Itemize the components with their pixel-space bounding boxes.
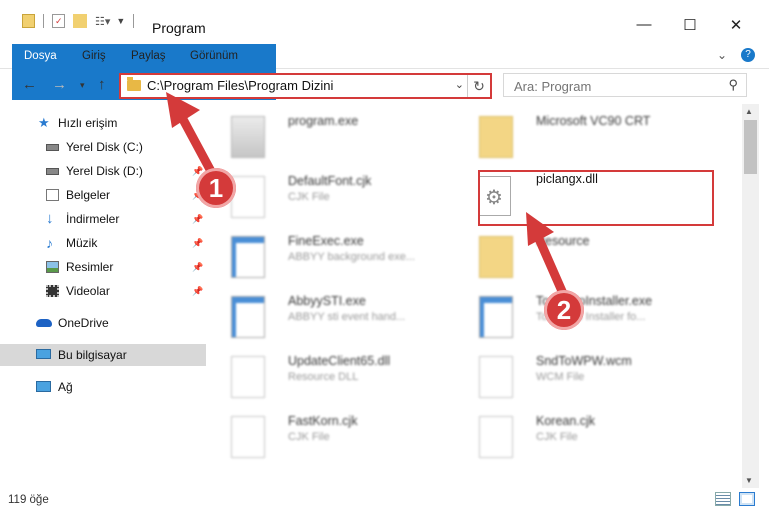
exe-icon	[479, 296, 513, 338]
chevron-down-icon[interactable]: ⌄	[717, 48, 727, 62]
file-item[interactable]: FineExec.exe ABBYY background exe...	[206, 226, 446, 282]
folder-icon	[479, 116, 513, 158]
sidebar-item-music[interactable]: ♪ Müzik 📌	[0, 232, 206, 254]
pin-icon[interactable]: 📌	[192, 280, 203, 302]
file-item[interactable]: DefaultFont.cjk CJK File	[206, 166, 446, 222]
file-item[interactable]: Korean.cjk CJK File	[454, 406, 694, 462]
chevron-down-icon[interactable]: ⌄	[455, 78, 464, 91]
scroll-down-icon[interactable]: ▼	[745, 476, 753, 485]
folder-icon	[127, 77, 141, 91]
folder-item[interactable]: Microsoft VC90 CRT	[454, 106, 694, 162]
forward-arrow-icon[interactable]: →	[52, 76, 67, 93]
sidebar-item-network[interactable]: Ağ	[0, 376, 206, 398]
sidebar-item-downloads[interactable]: ↓ İndirmeler 📌	[0, 208, 206, 230]
drive-icon	[46, 144, 59, 151]
folder-icon	[479, 236, 513, 278]
dll-gear-icon	[231, 356, 265, 398]
view-toggles	[715, 492, 755, 506]
large-icons-view-icon[interactable]	[739, 492, 755, 506]
pictures-icon	[46, 261, 59, 273]
details-view-icon[interactable]	[715, 492, 731, 506]
title-bar: ✓ ☷▾ ▼ Program — ☐ ✕	[0, 0, 769, 42]
documents-icon	[46, 189, 59, 201]
step-badge-2: 2	[544, 290, 584, 330]
separator	[43, 14, 44, 28]
file-item[interactable]: FastKorn.cjk CJK File	[206, 406, 446, 462]
file-item[interactable]: program.exe	[206, 106, 446, 162]
sidebar-item-this-pc[interactable]: Bu bilgisayar	[0, 344, 206, 366]
refresh-icon[interactable]: ↻	[467, 75, 490, 97]
scroll-up-icon[interactable]: ▲	[745, 107, 753, 116]
pin-icon[interactable]: 📌	[192, 256, 203, 278]
file-item[interactable]: AbbyySTI.exe ABBYY sti event hand...	[206, 286, 446, 342]
vertical-scrollbar[interactable]: ▲ ▼	[742, 104, 759, 488]
document-icon	[479, 416, 513, 458]
minimize-button[interactable]: —	[624, 16, 664, 40]
sidebar-item-onedrive[interactable]: OneDrive	[0, 312, 206, 334]
tab-home[interactable]: Giriş	[70, 44, 118, 68]
search-box[interactable]: ⚲	[503, 73, 747, 98]
file-item[interactable]: SndToWPW.wcm WCM File	[454, 346, 694, 402]
document-icon	[479, 356, 513, 398]
search-input[interactable]	[504, 74, 731, 98]
sidebar-item-pictures[interactable]: Resimler 📌	[0, 256, 206, 278]
pin-icon[interactable]: 📌	[192, 208, 203, 230]
file-item[interactable]: UpdateClient65.dll Resource DLL	[206, 346, 446, 402]
customize-qat-icon[interactable]: ▼	[116, 16, 125, 26]
quick-access-toolbar: ✓ ☷▾ ▼	[22, 14, 142, 28]
ribbon-tabs: Dosya Giriş Paylaş Görünüm ⌄ ?	[0, 44, 769, 100]
computer-icon	[36, 349, 51, 359]
document-icon	[231, 176, 265, 218]
network-icon	[36, 381, 51, 392]
sidebar-item-videos[interactable]: Videolar 📌	[0, 280, 206, 302]
view-options-icon[interactable]: ☷▾	[95, 15, 110, 28]
status-bar: 119 öğe	[0, 488, 769, 512]
explorer-window: ✓ ☷▾ ▼ Program — ☐ ✕ Dosya Giriş Paylaş …	[0, 0, 769, 522]
ribbon-controls: ⌄ ?	[717, 48, 755, 62]
step-badge-1: 1	[196, 168, 236, 208]
highlight-box	[478, 170, 714, 226]
videos-icon	[46, 285, 59, 297]
properties-icon[interactable]: ✓	[52, 14, 65, 28]
scrollbar-thumb[interactable]	[744, 120, 757, 174]
download-icon: ↓	[46, 210, 54, 227]
search-icon[interactable]: ⚲	[728, 77, 738, 93]
star-icon: ★	[38, 115, 50, 130]
back-arrow-icon[interactable]: ←	[22, 76, 37, 93]
exe-icon	[231, 236, 265, 278]
navigation-bar: ← → ▾ ↑ C:\Program Files\Program Dizini …	[0, 70, 769, 102]
separator	[133, 14, 135, 28]
question-icon[interactable]: ?	[741, 48, 755, 62]
folder-icon[interactable]	[22, 14, 35, 28]
tab-view[interactable]: Görünüm	[178, 44, 250, 68]
exe-icon	[231, 296, 265, 338]
close-button[interactable]: ✕	[716, 16, 756, 40]
cloud-icon	[36, 319, 52, 327]
exe-icon	[231, 116, 265, 158]
up-arrow-icon[interactable]: ↑	[98, 76, 106, 93]
document-icon	[231, 416, 265, 458]
drive-icon	[46, 168, 59, 175]
music-icon: ♪	[46, 235, 53, 251]
file-list: program.exe Microsoft VC90 CRT DefaultFo…	[206, 104, 742, 484]
pin-icon[interactable]: 📌	[192, 232, 203, 254]
window-title: Program	[152, 20, 206, 36]
tab-share[interactable]: Paylaş	[119, 44, 178, 68]
new-folder-icon[interactable]	[73, 14, 87, 28]
recent-locations-icon[interactable]: ▾	[80, 80, 85, 91]
item-count: 119 öğe	[8, 494, 49, 506]
maximize-button[interactable]: ☐	[670, 16, 710, 40]
